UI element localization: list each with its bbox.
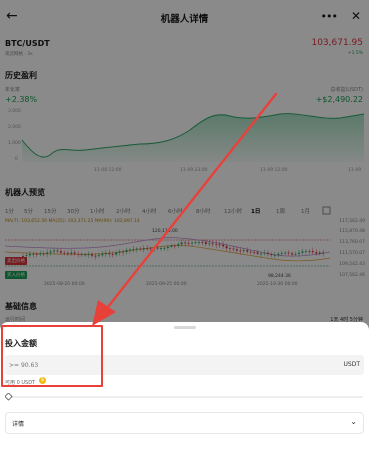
robot-detail-page: ← 机器人详情 ••• ✕ BTC/USDT 103,671.95 现货网格 ·… xyxy=(0,0,369,450)
annotation-arrow-icon xyxy=(92,92,278,326)
